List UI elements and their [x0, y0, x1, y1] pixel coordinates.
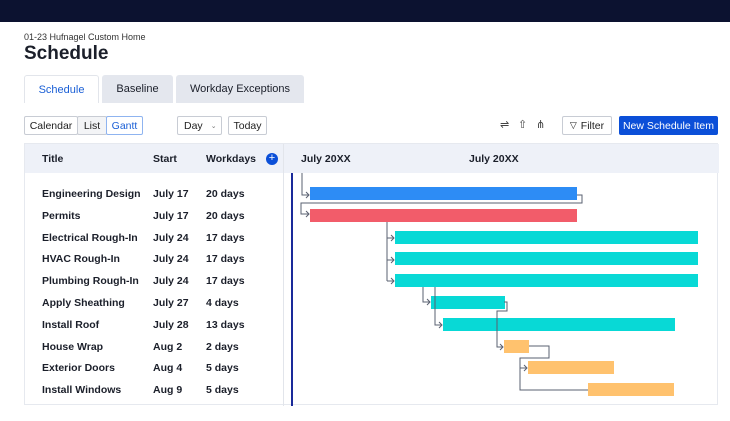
- today-line: [291, 173, 293, 406]
- dependency-connectors: [300, 173, 588, 391]
- gantt-panel: Title Start Workdays + July 20XX July 20…: [24, 143, 719, 406]
